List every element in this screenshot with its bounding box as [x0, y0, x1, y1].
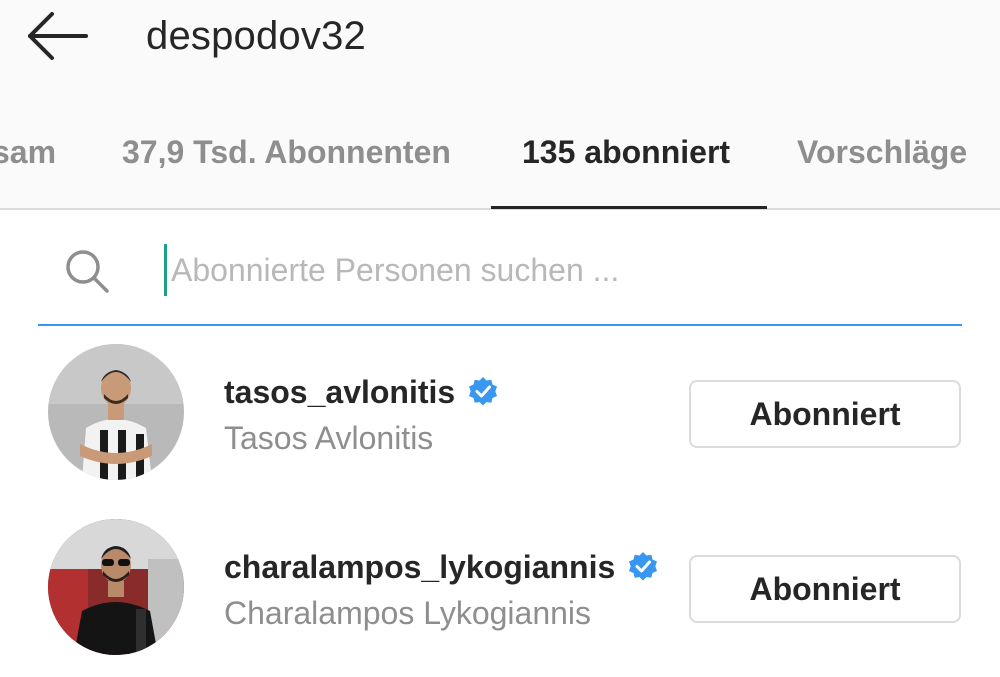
avatar[interactable] — [48, 519, 184, 655]
tab-gemeinsam[interactable]: sam — [0, 128, 56, 176]
user-full-name: Tasos Avlonitis — [224, 420, 434, 456]
verified-badge-icon — [469, 377, 498, 406]
search-input[interactable] — [164, 244, 931, 296]
arrow-left-icon — [28, 12, 88, 60]
following-button[interactable]: Abonniert — [689, 380, 961, 448]
avatar[interactable] — [48, 344, 184, 480]
tab-followers[interactable]: 37,9 Tsd. Abonnenten — [122, 128, 451, 176]
profile-username: despodov32 — [146, 14, 366, 58]
search-icon — [66, 250, 109, 293]
active-tab-indicator — [491, 206, 767, 209]
app-header: despodov32 sam 37,9 Tsd. Abonnenten 135 … — [0, 0, 1000, 210]
user-full-name: Charalampos Lykogiannis — [224, 595, 592, 631]
tab-following[interactable]: 135 abonniert — [522, 128, 730, 176]
list-item[interactable]: charalampos_lykogiannis Charalampos Lyko… — [0, 515, 1000, 675]
user-handle: tasos_avlonitis — [224, 374, 456, 410]
search-bar — [38, 230, 962, 326]
verified-badge-icon — [629, 552, 658, 581]
username-link[interactable]: charalampos_lykogiannis — [224, 547, 659, 587]
following-button[interactable]: Abonniert — [689, 555, 961, 623]
username-link[interactable]: tasos_avlonitis — [224, 372, 499, 412]
tab-suggestions[interactable]: Vorschläge — [797, 128, 967, 176]
back-button[interactable] — [24, 8, 94, 64]
user-handle: charalampos_lykogiannis — [224, 549, 616, 585]
list-item[interactable]: tasos_avlonitis Tasos Avlonitis Abonnier… — [0, 340, 1000, 500]
